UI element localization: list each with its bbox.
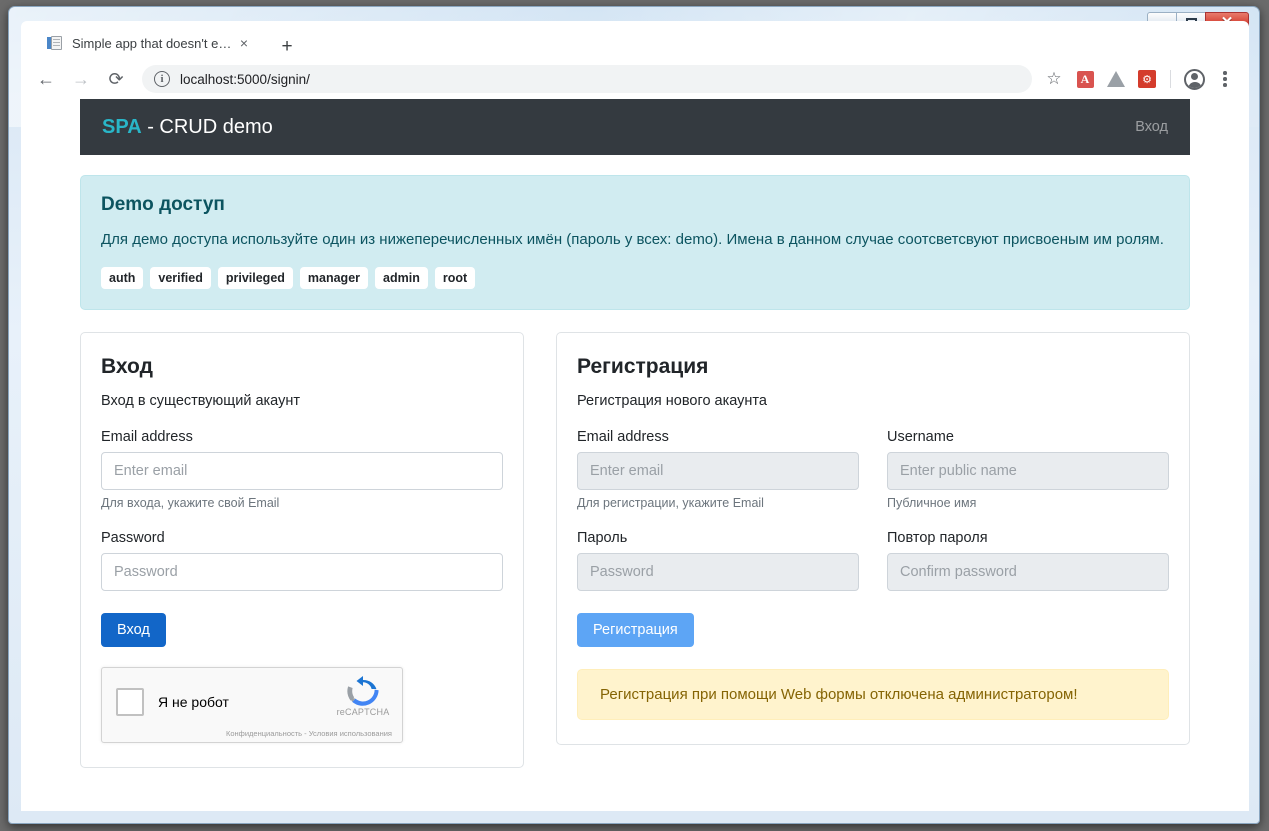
- demo-access-alert: Demo доступ Для демо доступа используйте…: [80, 175, 1190, 311]
- back-icon[interactable]: ←: [31, 64, 61, 94]
- role-badge[interactable]: admin: [375, 267, 428, 290]
- login-subtitle: Вход в существующий акаунт: [101, 393, 300, 410]
- star-icon: ☆: [1046, 69, 1062, 88]
- register-username-field: Username Публичное имя: [887, 429, 1169, 510]
- page-viewport: SPA - CRUD demo Вход Demo доступ Для дем…: [21, 99, 1249, 811]
- login-email-help: Для входа, укажите свой Email: [101, 496, 280, 511]
- register-email-help: Для регистрации, укажите Email: [577, 496, 764, 511]
- browser-window: Simple app that doesn't exist × + ← → ⟳ …: [21, 21, 1249, 811]
- tab-strip: Simple app that doesn't exist × +: [21, 21, 1249, 60]
- register-submit-button[interactable]: Регистрация: [577, 613, 694, 648]
- os-window: ✕ Simple app that doesn't exist × + ← → …: [8, 6, 1260, 824]
- register-disabled-warning: Регистрация при помощи Web формы отключе…: [577, 669, 1169, 721]
- login-card: Вход Вход в существующий акаунт Email ad…: [80, 332, 524, 769]
- role-badge-list: auth verified privileged manager admin r…: [101, 267, 1169, 290]
- login-password-label: Password: [101, 530, 165, 547]
- register-email-input[interactable]: [577, 452, 859, 491]
- recaptcha-mark-icon: [346, 676, 380, 706]
- browser-toolbar: ← → ⟳ i localhost:5000/signin/ ☆ A ⚙: [21, 59, 1249, 99]
- login-email-input[interactable]: [101, 452, 503, 491]
- register-row-2: Пароль Повтор пароля: [577, 530, 1169, 592]
- drive-icon: [1107, 71, 1125, 87]
- login-password-input[interactable]: [101, 553, 503, 592]
- role-badge[interactable]: auth: [101, 267, 144, 290]
- demo-access-text: Для демо доступа используйте один из ниж…: [101, 231, 1164, 248]
- recaptcha-brand: reCAPTCHA: [336, 707, 390, 718]
- toolbar-divider: [1170, 70, 1171, 88]
- extension-red-button[interactable]: ⚙: [1133, 65, 1161, 93]
- more-vert-icon: [1223, 71, 1227, 87]
- page-favicon-icon: [47, 35, 63, 51]
- url-text: localhost:5000/signin/: [180, 71, 310, 87]
- address-bar[interactable]: i localhost:5000/signin/: [142, 65, 1032, 93]
- register-password-input[interactable]: [577, 553, 859, 592]
- new-tab-button[interactable]: +: [273, 32, 301, 60]
- role-badge[interactable]: verified: [150, 267, 211, 290]
- brand-suffix-text: - CRUD demo: [141, 115, 273, 138]
- role-badge[interactable]: root: [434, 267, 476, 290]
- register-card: Регистрация Регистрация нового акаунта E…: [556, 332, 1190, 746]
- role-badge[interactable]: manager: [299, 267, 369, 290]
- browser-tab[interactable]: Simple app that doesn't exist ×: [39, 27, 261, 59]
- tab-close-icon[interactable]: ×: [235, 34, 253, 52]
- register-username-input[interactable]: [887, 452, 1169, 491]
- recaptcha-label: Я не робот: [158, 694, 229, 711]
- recaptcha-widget[interactable]: Я не робот reCAPTCHA Конфиденциальность …: [101, 667, 403, 744]
- login-email-field: Email address Для входа, укажите свой Em…: [101, 429, 503, 510]
- recaptcha-checkbox[interactable]: [116, 688, 144, 717]
- extension-drive-button[interactable]: [1102, 65, 1130, 93]
- register-username-help: Публичное имя: [887, 496, 977, 511]
- pdf-icon: A: [1076, 70, 1094, 88]
- recaptcha-logo: reCAPTCHA: [336, 676, 390, 717]
- register-subtitle: Регистрация нового акаунта: [577, 393, 767, 410]
- register-confirm-input[interactable]: [887, 553, 1169, 592]
- login-email-label: Email address: [101, 429, 193, 446]
- brand-accent-text: SPA: [102, 115, 142, 138]
- register-row-1: Email address Для регистрации, укажите E…: [577, 429, 1169, 510]
- demo-access-title: Demo доступ: [101, 194, 225, 215]
- page-container: Demo доступ Для демо доступа используйте…: [80, 175, 1190, 769]
- chrome-menu-button[interactable]: [1211, 65, 1239, 93]
- login-password-field: Password: [101, 530, 503, 592]
- reload-icon[interactable]: ⟳: [101, 64, 131, 94]
- forward-icon[interactable]: →: [66, 64, 96, 94]
- recaptcha-fine-print[interactable]: Конфиденциальность - Условия использован…: [226, 729, 392, 738]
- register-confirm-label: Повтор пароля: [887, 530, 988, 547]
- forms-row: Вход Вход в существующий акаунт Email ad…: [80, 332, 1190, 769]
- app-navbar: SPA - CRUD demo Вход: [80, 99, 1190, 155]
- app-brand[interactable]: SPA - CRUD demo: [102, 116, 273, 139]
- tab-title: Simple app that doesn't exist: [72, 35, 235, 51]
- register-password-label: Пароль: [577, 530, 628, 547]
- register-email-field: Email address Для регистрации, укажите E…: [577, 429, 859, 510]
- avatar-icon: [1183, 68, 1205, 90]
- profile-button[interactable]: [1180, 65, 1208, 93]
- register-email-label: Email address: [577, 429, 669, 446]
- nav-signin-link[interactable]: Вход: [1135, 119, 1168, 135]
- login-title: Вход: [101, 355, 153, 379]
- role-badge[interactable]: privileged: [217, 267, 293, 290]
- register-confirm-field: Повтор пароля: [887, 530, 1169, 592]
- bookmark-star-button[interactable]: ☆: [1040, 65, 1068, 93]
- site-info-icon[interactable]: i: [154, 71, 170, 87]
- register-submit-wrap: Регистрация: [577, 613, 1169, 648]
- register-title: Регистрация: [577, 355, 709, 379]
- toolbar-icons: ☆ A ⚙: [1040, 65, 1239, 93]
- register-password-field: Пароль: [577, 530, 859, 592]
- extension-icon: ⚙: [1138, 70, 1156, 88]
- login-submit-wrap: Вход: [101, 613, 503, 648]
- extension-pdf-button[interactable]: A: [1071, 65, 1099, 93]
- login-submit-button[interactable]: Вход: [101, 613, 166, 648]
- register-username-label: Username: [887, 429, 954, 446]
